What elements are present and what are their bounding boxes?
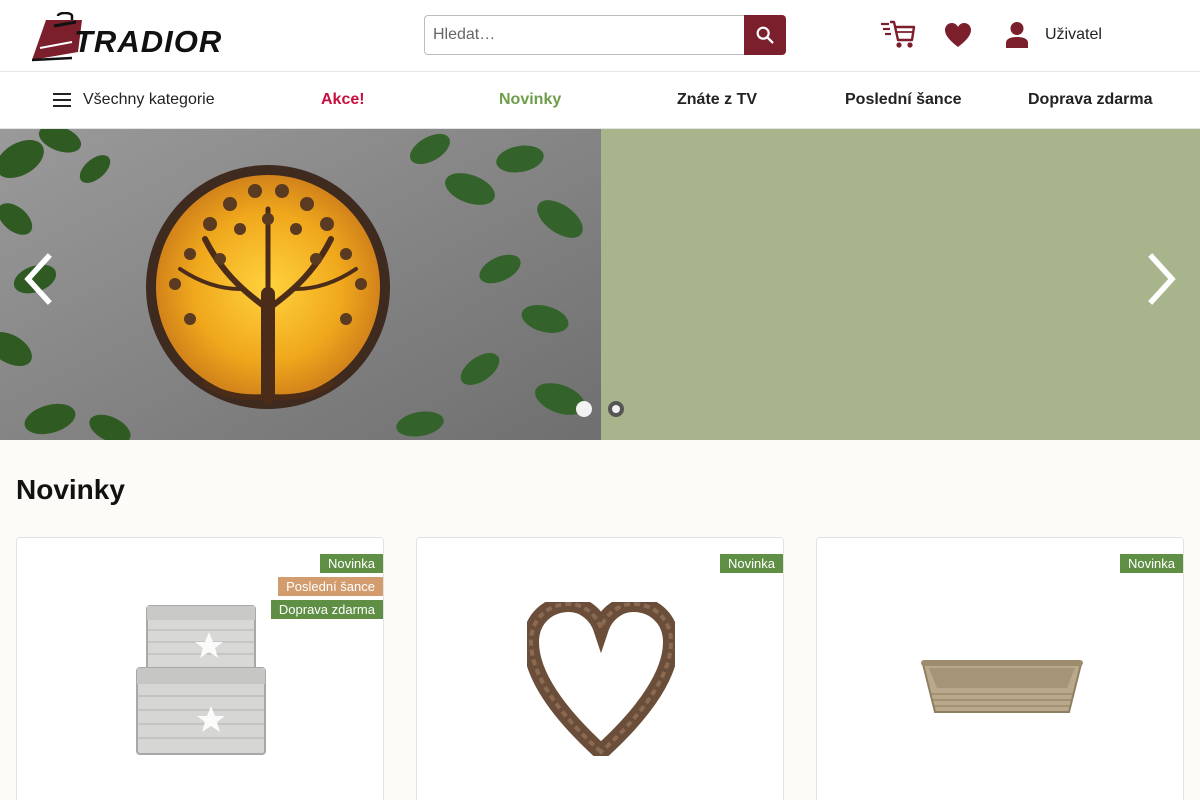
nav-item-posledni-sance[interactable]: Poslední šance [845, 91, 962, 109]
badge-doprava-zdarma: Doprava zdarma [270, 600, 383, 619]
user-account[interactable]: Uživatel [1004, 20, 1102, 50]
user-label: Uživatel [1045, 26, 1102, 43]
carousel-dot-1[interactable] [576, 401, 592, 417]
wicker-heart-image [527, 602, 675, 756]
heart-icon[interactable] [944, 22, 972, 48]
badge-list: Novinka [720, 554, 783, 577]
logo[interactable]: TRADIOR [32, 12, 234, 64]
nav-item-znate-z-tv[interactable]: Znáte z TV [677, 91, 757, 109]
all-categories-button[interactable]: Všechny kategorie [52, 91, 215, 109]
rattan-tray-image [921, 660, 1083, 713]
badge-novinka: Novinka [320, 554, 383, 573]
badge-list: Novinka Poslední šance Doprava zdarma [270, 554, 383, 623]
chevron-left-icon[interactable] [18, 249, 58, 309]
header: TRADIOR Uživatel [0, 0, 1200, 72]
search-icon [756, 26, 774, 44]
hero-carousel [0, 129, 1200, 440]
nav-item-doprava-zdarma[interactable]: Doprava zdarma [1028, 91, 1153, 109]
search-input[interactable] [424, 15, 744, 55]
hero-slide-image [0, 129, 601, 440]
nav-item-novinky[interactable]: Novinky [499, 91, 561, 109]
chevron-right-icon[interactable] [1142, 249, 1182, 309]
badge-list: Novinka [1120, 554, 1183, 577]
search-bar [424, 15, 786, 55]
hero-slide-background [601, 129, 1200, 440]
main-nav: Všechny kategorie Akce! Novinky Znáte z … [0, 72, 1200, 129]
user-icon [1006, 22, 1028, 48]
badge-posledni-sance: Poslední šance [278, 577, 383, 596]
novinky-section: Novinky Novinka Poslední šance Doprava z… [0, 440, 1200, 800]
all-categories-label: Všechny kategorie [83, 91, 215, 108]
menu-icon [52, 92, 74, 108]
wicker-baskets-image [136, 605, 266, 755]
tree-of-life-lamp-image [0, 129, 601, 440]
search-button[interactable] [744, 15, 786, 55]
badge-novinka: Novinka [1120, 554, 1183, 573]
product-card[interactable]: Novinka [416, 537, 784, 800]
carousel-dot-2[interactable] [608, 401, 624, 417]
product-card[interactable]: Novinka [816, 537, 1184, 800]
product-card[interactable]: Novinka Poslední šance Doprava zdarma [16, 537, 384, 800]
section-title: Novinky [16, 474, 125, 505]
logo-text: TRADIOR [74, 24, 223, 59]
nav-item-akce[interactable]: Akce! [321, 91, 365, 109]
badge-novinka: Novinka [720, 554, 783, 573]
cart-icon[interactable] [880, 18, 916, 50]
